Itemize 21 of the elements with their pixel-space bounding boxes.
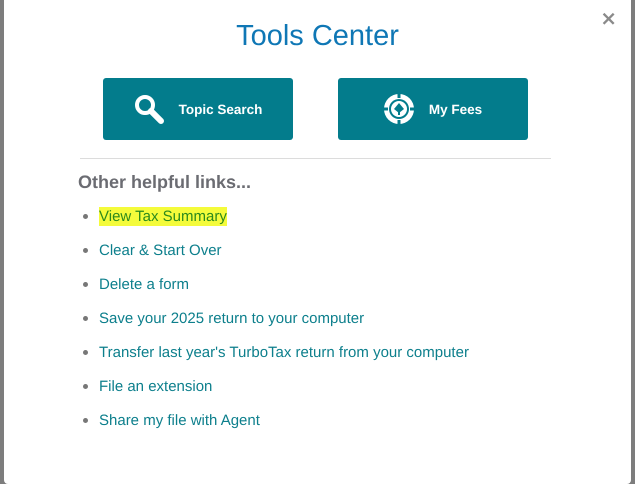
tool-button[interactable]: My Fees (338, 78, 528, 140)
chip-icon (382, 93, 415, 125)
bullet-icon (83, 384, 88, 388)
help-link[interactable]: Transfer last year's TurboTax return from your computer (99, 342, 469, 362)
help-link[interactable]: Delete a form (99, 274, 190, 294)
search-icon (132, 93, 165, 125)
close-button[interactable]: × (600, 6, 617, 30)
bullet-icon (83, 316, 88, 320)
links-heading: Other helpful links... (78, 172, 252, 193)
dialog-title: Tools Center (236, 19, 399, 54)
bullet-icon (83, 282, 88, 286)
bullet-icon (83, 418, 88, 422)
help-link[interactable]: Share my file with Agent (99, 410, 260, 430)
bullet-icon (83, 350, 88, 354)
help-link[interactable]: Clear & Start Over (99, 240, 222, 260)
help-link[interactable]: File an extension (99, 376, 212, 396)
tool-button[interactable]: Topic Search (102, 78, 292, 140)
help-link[interactable]: View Tax Summary (99, 206, 227, 226)
bullet-icon (83, 248, 88, 252)
help-link[interactable]: Save your 2025 return to your computer (99, 308, 364, 328)
bullet-icon (83, 214, 88, 218)
